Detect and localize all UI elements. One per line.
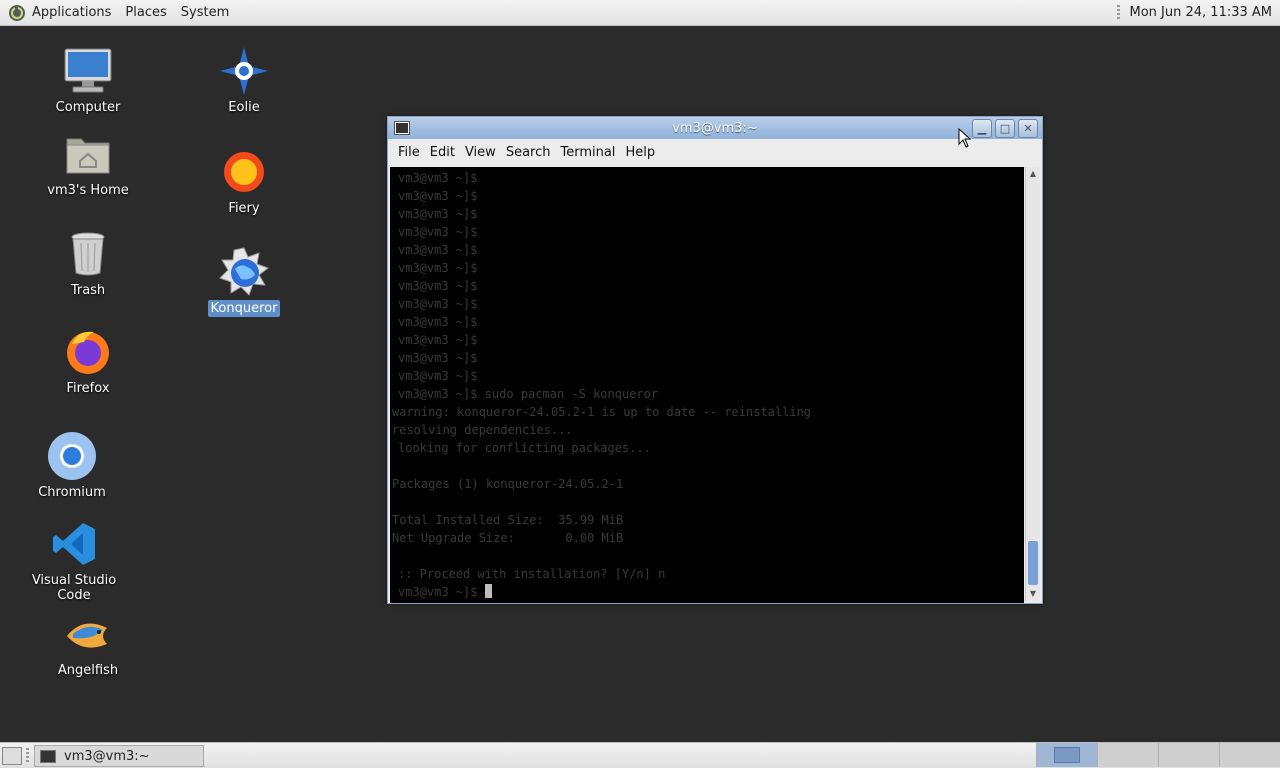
- desktop-icon-trash[interactable]: Trash: [33, 228, 143, 299]
- menu-file[interactable]: File: [398, 145, 420, 160]
- vscode-icon: [48, 518, 100, 570]
- menu-edit[interactable]: Edit: [430, 145, 455, 160]
- terminal-line: vm3@vm3 ~]$: [398, 261, 478, 275]
- terminal-menubar: File Edit View Search Terminal Help: [388, 139, 1042, 165]
- terminal-cursor: [484, 584, 492, 598]
- places-menu[interactable]: Places: [125, 5, 166, 20]
- terminal-line: vm3@vm3 ~]$: [398, 279, 478, 293]
- terminal-line: vm3@vm3 ~]$: [398, 171, 478, 185]
- close-button[interactable]: ✕: [1018, 119, 1038, 138]
- trash-icon: [62, 228, 114, 280]
- terminal-prompt: vm3@vm3 ~]$: [398, 585, 485, 599]
- terminal-line: looking for conflicting packages...: [398, 441, 651, 455]
- window-title: vm3@vm3:~: [672, 120, 758, 136]
- terminal-line: vm3@vm3 ~]$: [398, 207, 478, 221]
- firefox-icon: [62, 326, 114, 378]
- scrollbar-thumb[interactable]: [1028, 541, 1038, 585]
- desktop-icon-label: Chromium: [38, 485, 106, 500]
- desktop-icon-eolie[interactable]: Eolie: [189, 45, 299, 116]
- terminal-window[interactable]: vm3@vm3:~ ▁ □ ✕ File Edit View Search Te…: [387, 116, 1043, 604]
- terminal-line: warning: konqueror-24.05.2-1 is up to da…: [392, 405, 812, 419]
- menu-help[interactable]: Help: [625, 145, 655, 160]
- scroll-down-icon[interactable]: ▼: [1026, 587, 1040, 601]
- terminal-line: :: Proceed with installation? [Y/n] n: [398, 567, 666, 581]
- panel-handle[interactable]: [1116, 4, 1120, 21]
- desktop-icon-label: Eolie: [228, 100, 260, 115]
- menu-view[interactable]: View: [465, 145, 496, 160]
- terminal-line: Net Upgrade Size: 0.00 MiB: [392, 531, 624, 545]
- desktop-icon-label: vm3's Home: [47, 183, 129, 198]
- workspace-switcher: [1036, 743, 1280, 768]
- mouse-pointer-icon: [958, 128, 972, 148]
- fiery-icon: [218, 146, 270, 198]
- maximize-button[interactable]: □: [995, 119, 1015, 138]
- desktop-icon-label: Firefox: [66, 381, 110, 396]
- computer-icon: [62, 45, 114, 97]
- desktop-icon-fiery[interactable]: Fiery: [189, 146, 299, 217]
- scroll-up-icon[interactable]: ▲: [1026, 167, 1040, 181]
- terminal-line: vm3@vm3 ~]$: [398, 351, 478, 365]
- taskbar-item-label: vm3@vm3:~: [64, 748, 150, 764]
- workspace-1[interactable]: [1036, 743, 1097, 767]
- chromium-icon: [46, 430, 98, 482]
- bottom-panel: vm3@vm3:~: [0, 742, 1280, 768]
- terminal-line: vm3@vm3 ~]$: [398, 369, 478, 383]
- desktop-icon-firefox[interactable]: Firefox: [33, 326, 143, 397]
- desktop-icon-label: Fiery: [228, 201, 260, 216]
- workspace-3[interactable]: [1158, 743, 1219, 767]
- terminal-icon: [40, 749, 56, 763]
- angelfish-icon: [62, 608, 114, 660]
- terminal-line: vm3@vm3 ~]$: [398, 333, 478, 347]
- terminal-line: Total Installed Size: 35.99 MiB: [392, 513, 624, 527]
- workspace-4[interactable]: [1219, 743, 1280, 767]
- menu-terminal[interactable]: Terminal: [560, 145, 615, 160]
- desktop-icon-chromium[interactable]: Chromium: [17, 430, 127, 501]
- terminal-line: vm3@vm3 ~]$: [398, 189, 478, 203]
- terminal-line: vm3@vm3 ~]$: [398, 225, 478, 239]
- desktop-icon-label: Trash: [70, 283, 106, 298]
- minimize-button[interactable]: ▁: [972, 119, 992, 138]
- close-icon: ✕: [1023, 122, 1033, 135]
- panel-handle[interactable]: [26, 748, 29, 764]
- terminal-scrollbar[interactable]: ▲ ▼: [1025, 167, 1040, 601]
- top-panel: Applications Places System Mon Jun 24, 1…: [0, 0, 1280, 26]
- terminal-line: vm3@vm3 ~]$ sudo pacman -S konqueror: [398, 387, 659, 401]
- terminal-prompt-line: vm3@vm3 ~]$: [390, 583, 1024, 601]
- terminal-line: vm3@vm3 ~]$: [398, 297, 478, 311]
- desktop-icon-label: Visual Studio Code: [31, 573, 117, 603]
- minimize-icon: ▁: [977, 122, 987, 135]
- desktop-icon-label: Computer: [55, 100, 121, 115]
- desktop-icon-konqueror[interactable]: Konqueror: [189, 246, 299, 317]
- system-menu[interactable]: System: [181, 5, 229, 20]
- clock[interactable]: Mon Jun 24, 11:33 AM: [1130, 5, 1273, 20]
- terminal-line: Packages (1) konqueror-24.05.2-1: [392, 477, 624, 491]
- maximize-icon: □: [999, 122, 1011, 135]
- distro-logo-icon[interactable]: [8, 4, 26, 22]
- desktop-icon-angelfish[interactable]: Angelfish: [33, 608, 143, 679]
- desktop-icon-home[interactable]: vm3's Home: [33, 128, 143, 199]
- desktop-icon-label: Konqueror: [207, 300, 281, 317]
- show-desktop-icon[interactable]: [2, 747, 22, 765]
- terminal-line: vm3@vm3 ~]$: [398, 315, 478, 329]
- taskbar-item-terminal[interactable]: vm3@vm3:~: [34, 745, 204, 767]
- desktop-icon-computer[interactable]: Computer: [33, 45, 143, 116]
- terminal-line: resolving dependencies...: [392, 423, 573, 437]
- eolie-icon: [218, 45, 270, 97]
- window-titlebar[interactable]: vm3@vm3:~ ▁ □ ✕: [388, 117, 1042, 139]
- menu-search[interactable]: Search: [506, 145, 551, 160]
- home-folder-icon: [62, 128, 114, 180]
- terminal-line: vm3@vm3 ~]$: [398, 243, 478, 257]
- desktop-icon-label: Angelfish: [57, 663, 119, 678]
- applications-menu[interactable]: Applications: [32, 5, 111, 20]
- konqueror-icon: [218, 246, 270, 298]
- workspace-2[interactable]: [1097, 743, 1158, 767]
- desktop-icon-vscode[interactable]: Visual Studio Code: [19, 518, 129, 604]
- terminal-output[interactable]: vm3@vm3 ~]$ vm3@vm3 ~]$ vm3@vm3 ~]$ vm3@…: [390, 167, 1024, 603]
